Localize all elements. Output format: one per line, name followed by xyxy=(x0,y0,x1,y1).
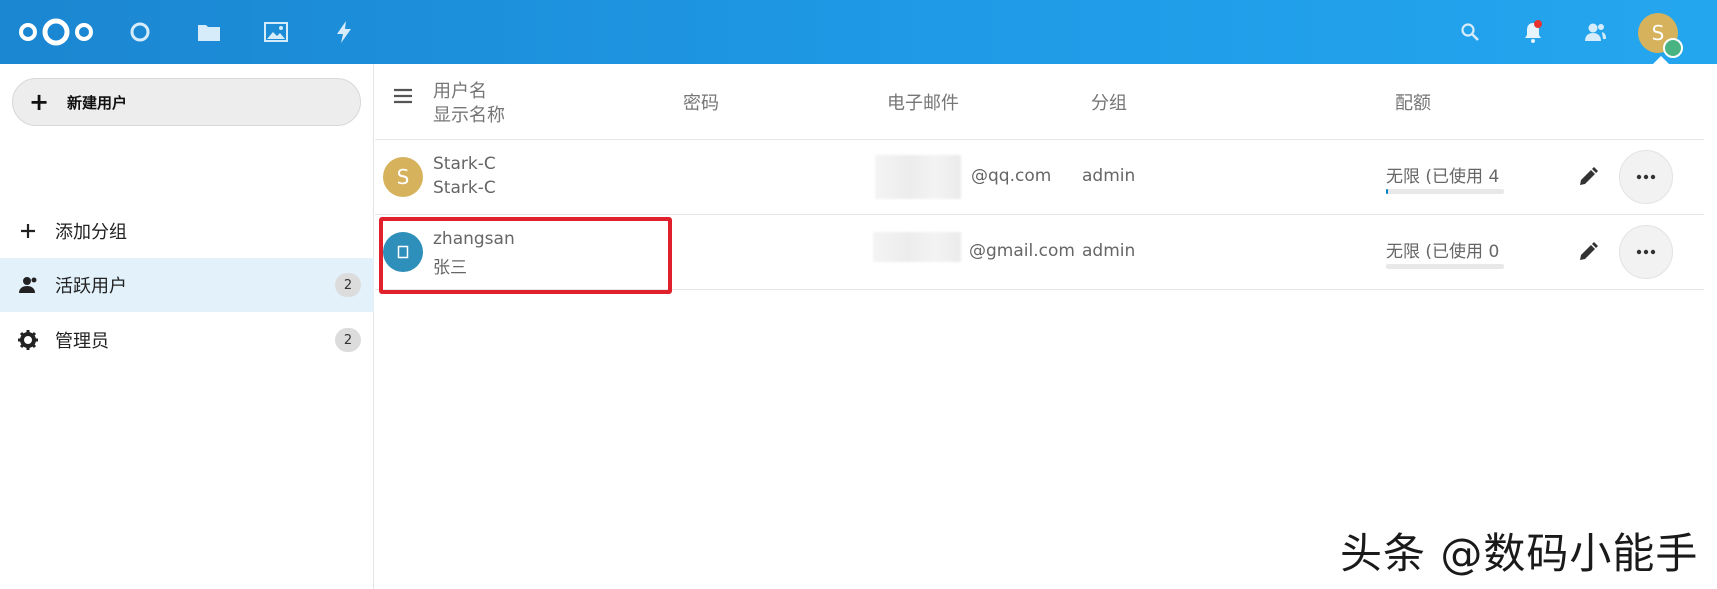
more-icon xyxy=(1636,249,1656,255)
add-group-label: 添加分组 xyxy=(55,222,127,243)
more-actions-button[interactable] xyxy=(1619,225,1673,279)
more-icon xyxy=(1636,174,1656,180)
header-displayname: 显示名称 xyxy=(433,105,505,126)
activity-icon[interactable] xyxy=(330,18,358,46)
user-avatar-initial: S xyxy=(1651,21,1665,45)
count-badge: 2 xyxy=(335,328,361,352)
bell-icon[interactable] xyxy=(1519,18,1547,46)
highlight-annotation xyxy=(379,217,672,294)
group: admin xyxy=(1082,166,1136,186)
edit-pencil-icon[interactable] xyxy=(1577,241,1599,263)
quota[interactable]: 无限 (已使用 0 xyxy=(1386,237,1506,262)
group: admin xyxy=(1082,241,1136,261)
search-icon[interactable] xyxy=(1456,18,1484,46)
hamburger-menu-icon[interactable] xyxy=(392,85,414,107)
top-header: S xyxy=(0,0,1717,65)
user-avatar[interactable]: S xyxy=(1638,13,1683,58)
sidebar-item-label: 活跃用户 xyxy=(55,276,127,297)
sidebar-item-active-users[interactable]: 活跃用户 2 xyxy=(0,258,374,312)
new-user-label: 新建用户 xyxy=(67,93,128,112)
header-groups: 分组 xyxy=(1091,93,1127,114)
header-email: 电子邮件 xyxy=(887,93,959,114)
quota-bar-fill xyxy=(1386,189,1388,194)
plus-icon xyxy=(16,219,40,243)
quota-bar xyxy=(1386,189,1504,194)
header-password: 密码 xyxy=(683,93,719,114)
username: Stark-C xyxy=(433,154,496,174)
add-group-button[interactable]: 添加分组 xyxy=(0,204,374,258)
table-header: 用户名 显示名称 密码 电子邮件 分组 配额 xyxy=(375,64,1704,140)
plus-icon: + xyxy=(28,88,50,116)
sidebar-item-label: 管理员 xyxy=(55,331,109,352)
avatar: S xyxy=(383,157,423,197)
display-name: Stark-C xyxy=(433,178,496,198)
sidebar-item-admins[interactable]: 管理员 2 xyxy=(0,313,374,367)
dashboard-icon[interactable] xyxy=(126,18,154,46)
quota[interactable]: 无限 (已使用 4 xyxy=(1386,162,1506,187)
online-status-badge xyxy=(1663,38,1683,58)
quota-bar xyxy=(1386,264,1504,269)
avatar-initial: S xyxy=(396,165,410,189)
more-actions-button[interactable] xyxy=(1619,150,1673,204)
watermark-text: 头条 @数码小能手 xyxy=(1340,529,1699,578)
email: @qq.com xyxy=(971,166,1052,186)
email-redacted xyxy=(873,232,961,262)
table-row[interactable]: S Stark-C Stark-C @qq.com admin 无限 (已使用 … xyxy=(375,140,1704,215)
users-table: 用户名 显示名称 密码 电子邮件 分组 配额 S Stark-C Stark-C… xyxy=(375,64,1704,589)
photos-icon[interactable] xyxy=(262,18,290,46)
contacts-icon[interactable] xyxy=(1581,18,1609,46)
header-username: 用户名 xyxy=(433,81,487,102)
email: @gmail.com xyxy=(969,241,1075,261)
email-redacted xyxy=(875,155,961,199)
new-user-button[interactable]: + 新建用户 xyxy=(12,78,361,126)
gear-icon xyxy=(16,328,40,352)
user-icon xyxy=(16,273,40,297)
header-quota: 配额 xyxy=(1395,93,1431,114)
files-icon[interactable] xyxy=(195,18,223,46)
sidebar: + 新建用户 添加分组 活跃用户 2 管理员 2 xyxy=(0,64,374,589)
nextcloud-logo[interactable] xyxy=(16,16,96,48)
count-badge: 2 xyxy=(335,273,361,297)
edit-pencil-icon[interactable] xyxy=(1577,166,1599,188)
